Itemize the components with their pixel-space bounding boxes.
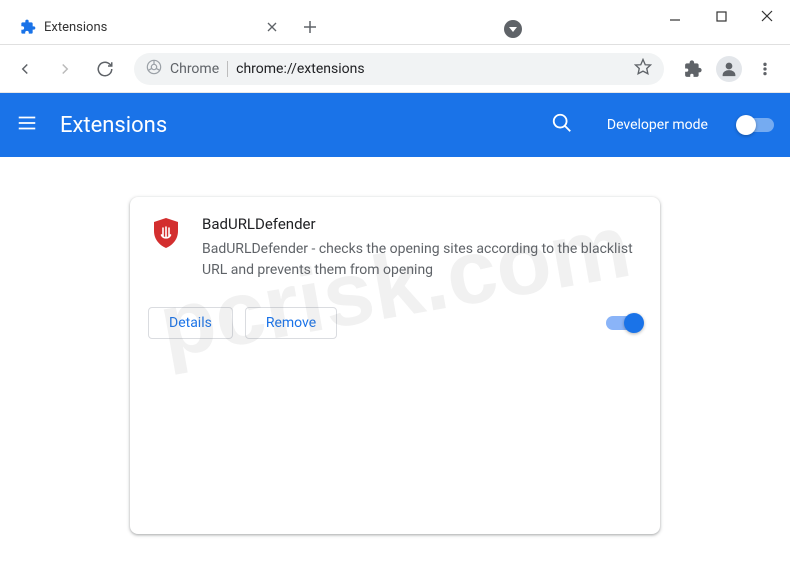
remove-button[interactable]: Remove bbox=[245, 307, 337, 339]
back-button[interactable] bbox=[8, 52, 42, 86]
maximize-button[interactable] bbox=[698, 0, 744, 32]
kebab-menu-icon[interactable] bbox=[748, 52, 782, 86]
tab-title: Extensions bbox=[44, 20, 256, 35]
extension-description: BadURLDefender - checks the opening site… bbox=[202, 239, 642, 281]
omnibox-url: chrome://extensions bbox=[236, 61, 364, 77]
chrome-icon bbox=[146, 59, 162, 79]
developer-mode-toggle[interactable] bbox=[738, 118, 774, 132]
extension-shield-icon bbox=[148, 215, 184, 251]
extension-name: BadURLDefender bbox=[202, 215, 642, 233]
minimize-button[interactable] bbox=[652, 0, 698, 32]
omnibox[interactable]: Chrome chrome://extensions bbox=[134, 53, 664, 85]
close-tab-button[interactable] bbox=[264, 19, 280, 35]
extension-card: BadURLDefender BadURLDefender - checks t… bbox=[130, 197, 660, 534]
hamburger-icon[interactable] bbox=[16, 112, 40, 138]
details-button[interactable]: Details bbox=[148, 307, 233, 339]
window-titlebar: Extensions bbox=[0, 0, 790, 45]
browser-tab[interactable]: Extensions bbox=[8, 10, 288, 44]
extension-enable-toggle[interactable] bbox=[606, 316, 642, 330]
tab-search-button[interactable] bbox=[504, 20, 522, 38]
bookmark-star-icon[interactable] bbox=[634, 58, 652, 80]
extensions-appbar: Extensions Developer mode bbox=[0, 93, 790, 157]
new-tab-button[interactable] bbox=[296, 13, 324, 41]
omnibox-scheme: Chrome bbox=[170, 61, 219, 77]
puzzle-icon bbox=[20, 19, 36, 35]
reload-button[interactable] bbox=[88, 52, 122, 86]
extensions-puzzle-icon[interactable] bbox=[676, 52, 710, 86]
omnibox-divider bbox=[227, 61, 228, 77]
address-bar: Chrome chrome://extensions bbox=[0, 45, 790, 93]
developer-mode-label: Developer mode bbox=[607, 117, 708, 133]
forward-button[interactable] bbox=[48, 52, 82, 86]
search-icon[interactable] bbox=[551, 112, 573, 138]
window-controls bbox=[652, 0, 790, 32]
content-area: BadURLDefender BadURLDefender - checks t… bbox=[0, 157, 790, 574]
close-window-button[interactable] bbox=[744, 0, 790, 32]
profile-avatar[interactable] bbox=[712, 52, 746, 86]
page-title: Extensions bbox=[60, 113, 531, 138]
